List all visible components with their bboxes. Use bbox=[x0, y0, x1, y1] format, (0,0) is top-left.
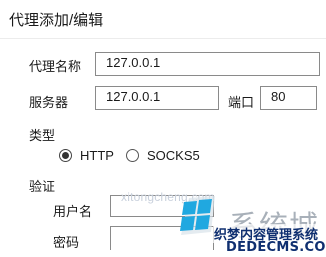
server-input[interactable]: 127.0.0.1 bbox=[95, 86, 219, 110]
radio-socks5-label: SOCKS5 bbox=[147, 148, 200, 163]
password-label: 密码 bbox=[53, 235, 80, 250]
radio-http-indicator[interactable] bbox=[59, 149, 72, 162]
title-divider bbox=[0, 38, 326, 39]
server-label: 服务器 bbox=[29, 95, 69, 110]
username-label: 用户名 bbox=[53, 204, 93, 219]
port-input[interactable]: 80 bbox=[260, 86, 317, 110]
radio-http[interactable]: HTTP bbox=[59, 148, 114, 163]
proxy-name-input[interactable]: 127.0.0.1 bbox=[95, 52, 320, 76]
radio-socks5-indicator[interactable] bbox=[126, 149, 139, 162]
windows-logo-icon bbox=[171, 196, 217, 236]
dialog-title: 代理添加/编辑 bbox=[9, 12, 104, 29]
auth-label: 验证 bbox=[29, 179, 56, 194]
proxy-name-label: 代理名称 bbox=[29, 59, 82, 74]
port-label: 端口 bbox=[228, 95, 255, 110]
type-label: 类型 bbox=[29, 128, 56, 143]
radio-http-label: HTTP bbox=[80, 148, 114, 163]
watermark-en-text: DEDECMS.COM bbox=[226, 240, 326, 255]
radio-socks5[interactable]: SOCKS5 bbox=[126, 148, 200, 163]
